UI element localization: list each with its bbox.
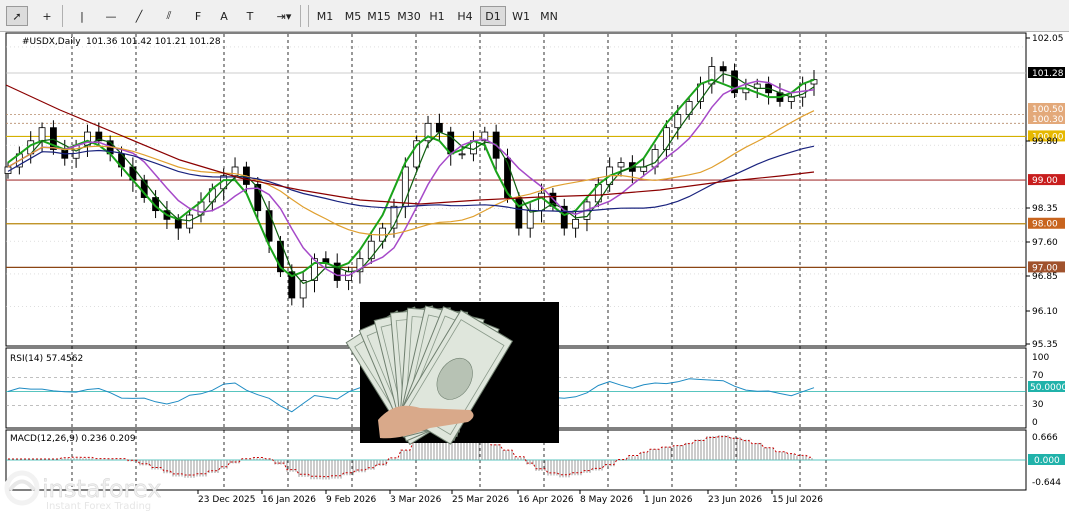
- rsi-tick-label: 0: [1032, 418, 1038, 428]
- price-tick-label: 97.60: [1032, 238, 1058, 248]
- level-tag-label: 98.00: [1032, 220, 1058, 230]
- candle-body: [787, 96, 795, 102]
- rsi-current-label: 50.0000: [1030, 383, 1067, 393]
- macd-tick-label: -0.644: [1032, 478, 1061, 488]
- chart-canvas: 1007030050.0000 0.666-0.6440.000 100.501…: [4, 32, 1067, 505]
- watermark-brand: instaforex: [42, 475, 162, 503]
- instaforex-logo: instaforex Instant Forex Trading: [4, 468, 214, 512]
- candle-body: [674, 114, 682, 129]
- date-tick-label: 9 Feb 2026: [326, 495, 377, 505]
- candle-body: [186, 214, 194, 229]
- level-tag-label: 100.30: [1032, 115, 1064, 125]
- candle-body: [38, 127, 46, 142]
- rsi-tick-label: 100: [1032, 353, 1049, 363]
- price-axis: 100.50100.30100.0099.0098.0097.00102.059…: [1026, 34, 1065, 350]
- date-tick-label: 25 Mar 2026: [452, 495, 509, 505]
- candle-body: [719, 66, 727, 72]
- macd-current-label: 0.000: [1034, 456, 1060, 466]
- date-tick-label: 16 Apr 2026: [518, 495, 574, 505]
- candle-body: [640, 166, 648, 172]
- candle-body: [265, 210, 273, 242]
- macd-tick-label: 0.666: [1032, 433, 1058, 443]
- rsi-label: RSI(14) 57.4562: [10, 354, 83, 364]
- main-chart-frame: [5, 32, 1027, 347]
- price-tick-label: 96.10: [1032, 307, 1058, 317]
- instaforex-mark-icon: [4, 470, 40, 506]
- rsi-tick-label: 30: [1032, 400, 1044, 410]
- price-tick-label: 99.80: [1032, 137, 1058, 147]
- chart-header-symbol: #USDX,Daily: [22, 37, 81, 47]
- candle-body: [572, 218, 580, 229]
- candle-body: [538, 192, 545, 212]
- rsi-tick-label: 70: [1032, 371, 1044, 381]
- candle-body: [435, 122, 443, 133]
- date-tick-label: 1 Jun 2026: [644, 495, 693, 505]
- date-tick-label: 16 Jan 2026: [262, 495, 316, 505]
- candle-body: [663, 127, 670, 150]
- candle-body: [526, 210, 534, 229]
- price-tick-label: 98.35: [1032, 204, 1058, 214]
- macd-label: MACD(12,26,9) 0.236 0.209: [10, 434, 136, 444]
- date-axis: 23 Dec 2025 16 Jan 2026 9 Feb 2026 3 Mar 20…: [197, 490, 823, 505]
- candle-body: [367, 240, 375, 260]
- candle-body: [458, 153, 466, 156]
- candle-body: [617, 162, 625, 168]
- candle-body: [174, 218, 182, 229]
- watermark-tagline: Instant Forex Trading: [46, 501, 151, 512]
- current-price-label: 101.28: [1032, 69, 1064, 79]
- price-tick-label: 96.85: [1032, 272, 1058, 282]
- dollar-fan-image: [345, 302, 559, 446]
- chart-header-ohlc: 101.36 101.42 101.21 101.28: [86, 37, 221, 47]
- price-tick-label: 95.35: [1032, 340, 1058, 350]
- date-tick-label: 3 Mar 2026: [390, 495, 442, 505]
- date-tick-label: 15 Jul 2026: [772, 495, 823, 505]
- candle-body: [515, 197, 523, 229]
- level-tag-label: 99.00: [1032, 176, 1058, 186]
- date-tick-label: 23 Jun 2026: [708, 495, 762, 505]
- date-tick-label: 8 May 2026: [580, 495, 633, 505]
- price-tick-label: 102.05: [1032, 34, 1064, 44]
